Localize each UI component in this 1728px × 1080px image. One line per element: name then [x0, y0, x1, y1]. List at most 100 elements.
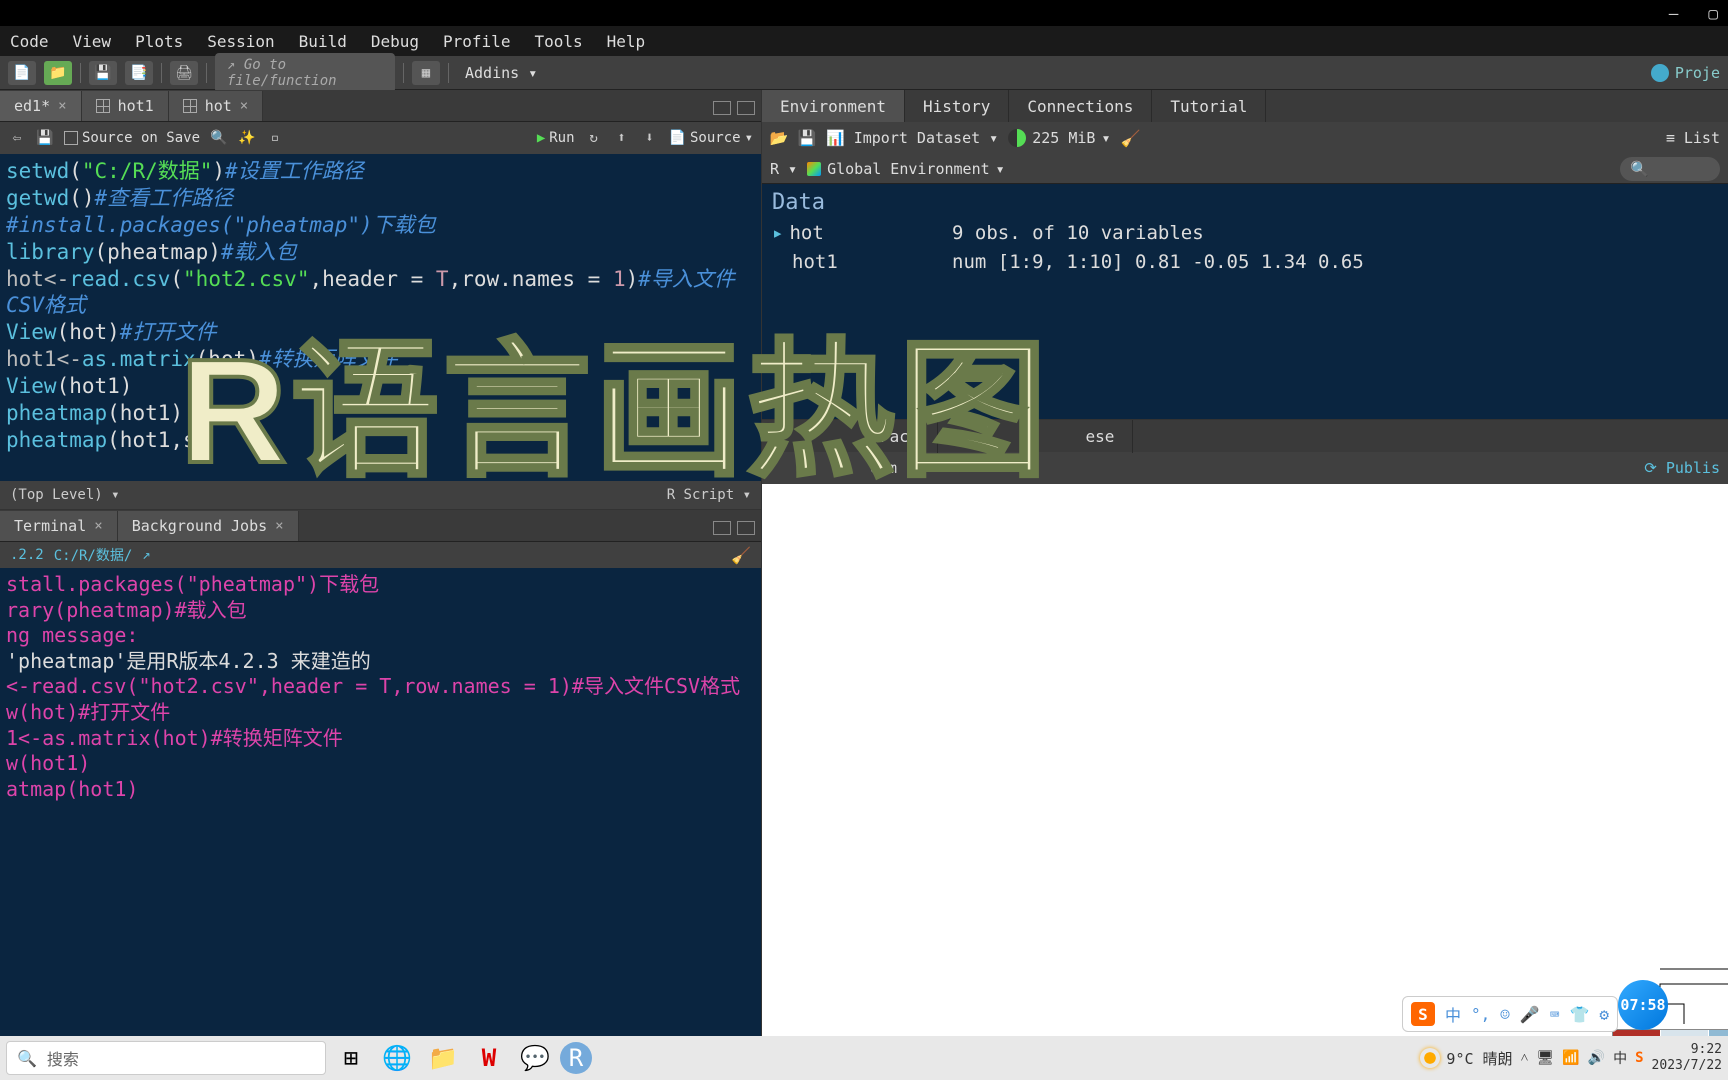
grid-view-button[interactable]: ▦ [412, 61, 440, 85]
code-editor[interactable]: setwd("C:/R/数据")#设置工作路径 getwd()#查看工作路径 #… [0, 154, 761, 481]
minimize-button[interactable]: — [1669, 4, 1679, 23]
tray-monitor-icon[interactable]: 🖥 [1536, 1050, 1554, 1066]
memory-usage[interactable]: 225 MiB ▾ [1008, 129, 1110, 147]
load-workspace-icon[interactable]: 📂 [770, 129, 788, 147]
tray-network-icon[interactable]: 📶 [1562, 1050, 1579, 1066]
down-icon[interactable]: ⬇ [641, 129, 659, 147]
publish-button[interactable]: ⟳ Publis [1644, 459, 1720, 477]
project-menu[interactable]: Proje [1651, 64, 1720, 82]
import-dataset-menu[interactable]: 📊 Import Dataset ▾ [826, 129, 998, 147]
tab-ed1[interactable]: ed1*× [0, 91, 82, 121]
tab-environment[interactable]: Environment [762, 90, 905, 123]
tray-volume-icon[interactable]: 🔊 [1588, 1050, 1605, 1066]
scope-selector[interactable]: Global Environment ▾ [807, 160, 1005, 178]
ime-lang[interactable]: 中 [1445, 1002, 1461, 1026]
maximize-pane-icon[interactable] [737, 521, 755, 535]
ime-settings-icon[interactable]: ⚙ [1599, 1005, 1609, 1024]
ime-punct-icon[interactable]: °, [1471, 1005, 1490, 1024]
minimize-pane-icon[interactable] [713, 101, 731, 115]
close-icon[interactable]: × [275, 518, 283, 534]
tray-sogou-icon[interactable]: S [1635, 1050, 1643, 1066]
menu-profile[interactable]: Profile [443, 32, 510, 51]
maximize-button[interactable]: ▢ [1708, 4, 1718, 23]
save-workspace-icon[interactable]: 💾 [798, 129, 816, 147]
tray-up-icon[interactable]: ˄ [1521, 1050, 1529, 1067]
file-type-selector[interactable]: R Script ▾ [667, 487, 751, 503]
working-dir-label[interactable]: C:/R/数据/ [54, 545, 133, 565]
run-button[interactable]: ▶Run [537, 130, 575, 146]
menu-code[interactable]: Code [10, 32, 49, 51]
clear-env-icon[interactable]: 🧹 [1120, 129, 1140, 148]
close-icon[interactable]: × [94, 518, 102, 534]
tab-other[interactable]: ese [1068, 420, 1134, 453]
source-button[interactable]: 📄Source ▾ [669, 130, 753, 146]
print-button[interactable]: 🖨 [170, 61, 198, 85]
tab-hot[interactable]: hot× [169, 91, 264, 121]
plot-toolbar: oom ⟳ Publis [762, 452, 1728, 484]
wechat-icon[interactable]: 💬 [514, 1040, 556, 1076]
save-icon[interactable]: 💾 [36, 129, 54, 147]
addins-menu[interactable]: Addins ▾ [457, 60, 545, 86]
rstudio-icon[interactable]: R [560, 1042, 592, 1074]
menu-tools[interactable]: Tools [534, 32, 582, 51]
tab-hot1[interactable]: hot1 [82, 91, 169, 121]
task-view-icon[interactable]: ⊞ [330, 1040, 372, 1076]
explorer-icon[interactable]: 📁 [422, 1040, 464, 1076]
tray-ime-icon[interactable]: 中 [1613, 1048, 1627, 1068]
wand-icon[interactable]: ✨ [238, 129, 256, 147]
source-tabs: ed1*× hot1 hot× [0, 90, 761, 122]
tab-tutorial[interactable]: Tutorial [1152, 90, 1266, 123]
menu-help[interactable]: Help [607, 32, 646, 51]
zoom-label[interactable]: oom [870, 459, 897, 477]
menu-debug[interactable]: Debug [371, 32, 419, 51]
tab-history[interactable]: History [905, 90, 1009, 123]
back-icon[interactable]: ⇦ [8, 129, 26, 147]
new-file-button[interactable]: 📄 [8, 61, 36, 85]
env-row-hot1[interactable]: hot1num [1:9, 1:10] 0.81 -0.05 1.34 0.65 [772, 248, 1718, 277]
taskbar-clock[interactable]: 9:222023/7/22 [1652, 1042, 1722, 1073]
ime-keyboard-icon[interactable]: ⌨ [1550, 1005, 1560, 1024]
menu-build[interactable]: Build [299, 32, 347, 51]
open-file-button[interactable]: 📁 [44, 61, 72, 85]
time-widget[interactable]: 07:58 [1618, 980, 1668, 1030]
list-view-menu[interactable]: ≡ List [1666, 129, 1720, 147]
up-icon[interactable]: ⬆ [613, 129, 631, 147]
scope-selector[interactable]: (Top Level) ▾ [10, 487, 120, 503]
expand-icon[interactable]: ▸ [772, 222, 783, 244]
env-row-hot[interactable]: ▸hot9 obs. of 10 variables [772, 219, 1718, 248]
env-search-input[interactable]: 🔍 [1620, 157, 1720, 181]
tab-terminal[interactable]: Terminal× [0, 511, 118, 541]
ime-skin-icon[interactable]: 👕 [1569, 1005, 1589, 1024]
edge-icon[interactable]: 🌐 [376, 1040, 418, 1076]
close-icon[interactable]: × [58, 98, 66, 114]
source-on-save-checkbox[interactable]: Source on Save [64, 130, 200, 146]
ime-emoji-icon[interactable]: ☺ [1500, 1005, 1510, 1024]
sogou-icon[interactable]: S [1411, 1002, 1435, 1026]
goto-file-input[interactable]: ↗ Go to file/function [215, 53, 395, 93]
save-all-button[interactable]: 📑 [125, 61, 153, 85]
ime-mic-icon[interactable]: 🎤 [1520, 1005, 1540, 1024]
save-button[interactable]: 💾 [89, 61, 117, 85]
compile-icon[interactable]: ▫ [266, 129, 284, 147]
tab-bg-jobs[interactable]: Background Jobs× [118, 511, 299, 541]
wps-icon[interactable]: W [468, 1040, 510, 1076]
search-icon[interactable]: 🔍 [210, 129, 228, 147]
minimize-pane-icon[interactable] [713, 521, 731, 535]
weather-widget[interactable]: 9°C 晴朗 [1420, 1048, 1512, 1069]
menu-plots[interactable]: Plots [135, 32, 183, 51]
menu-view[interactable]: View [73, 32, 112, 51]
language-selector[interactable]: R ▾ [770, 160, 797, 178]
console-toolbar: .2.2 C:/R/数据/ ↗ 🧹 [0, 542, 761, 568]
clear-console-icon[interactable]: 🧹 [731, 546, 751, 565]
taskbar-search[interactable]: 🔍 搜索 [6, 1041, 326, 1075]
menu-session[interactable]: Session [207, 32, 274, 51]
rerun-icon[interactable]: ↻ [585, 129, 603, 147]
goto-dir-icon[interactable]: ↗ [142, 547, 150, 563]
env-tabs: Environment History Connections Tutorial [762, 90, 1728, 122]
close-icon[interactable]: × [240, 98, 248, 114]
tab-connections[interactable]: Connections [1009, 90, 1152, 123]
ime-toolbar[interactable]: S 中 °, ☺ 🎤 ⌨ 👕 ⚙ [1402, 996, 1618, 1032]
maximize-pane-icon[interactable] [737, 101, 755, 115]
tab-packages[interactable]: Pack [862, 420, 938, 453]
console-output[interactable]: stall.packages("pheatmap")下载包 rary(pheat… [0, 568, 761, 806]
